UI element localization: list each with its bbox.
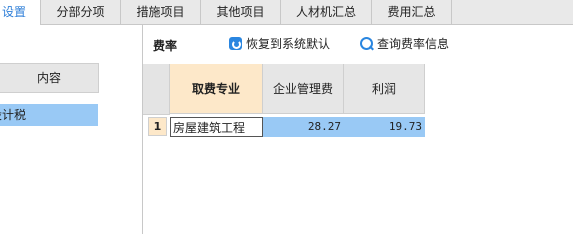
tab-settings[interactable]: 设置 [0, 0, 41, 25]
row-number: 1 [148, 117, 167, 136]
toolbar: 费率 恢复到系统默认 查询费率信息 [143, 25, 573, 63]
header-profit[interactable]: 利润 [344, 64, 425, 114]
tab-other-items[interactable]: 其他项目 [201, 0, 281, 24]
query-rate-label: 查询费率信息 [377, 37, 450, 51]
left-panel: 内容 设计税 [0, 25, 143, 234]
tab-strip: 设置 分部分项 措施项目 其他项目 人材机汇总 费用汇总 [0, 0, 573, 25]
header-fee-specialty[interactable]: 取费专业 [170, 64, 263, 114]
list-item-selected[interactable]: 设计税 [0, 104, 98, 126]
grid-corner [143, 64, 170, 115]
tab-measures[interactable]: 措施项目 [121, 0, 201, 24]
cell-fee-specialty[interactable]: 房屋建筑工程 [170, 117, 263, 137]
cell-management-fee[interactable]: 28.27 [263, 117, 344, 137]
query-rate-button[interactable]: 查询费率信息 [360, 36, 449, 52]
header-management-fee[interactable]: 企业管理费 [263, 64, 344, 114]
restore-default-button[interactable]: 恢复到系统默认 [229, 36, 330, 52]
content-column-header: 内容 [0, 63, 99, 93]
cell-profit[interactable]: 19.73 [344, 117, 425, 137]
tab-cost-summary[interactable]: 费用汇总 [372, 0, 452, 24]
search-icon [360, 37, 373, 50]
restore-icon [229, 37, 242, 50]
tab-sections[interactable]: 分部分项 [41, 0, 121, 24]
section-title: 费率 [153, 39, 178, 53]
restore-default-label: 恢复到系统默认 [246, 37, 331, 51]
tab-resource-summary[interactable]: 人材机汇总 [281, 0, 372, 24]
